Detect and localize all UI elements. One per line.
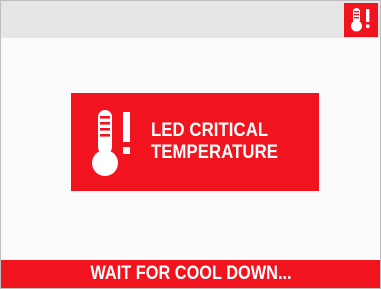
alert-line-1: LED CRITICAL bbox=[151, 120, 269, 141]
critical-temperature-alert: LED CRITICAL TEMPERATURE bbox=[71, 93, 319, 191]
thermometer-warning-icon bbox=[351, 8, 370, 32]
footer-message: WAIT FOR COOL DOWN... bbox=[89, 263, 292, 284]
alert-message: LED CRITICAL TEMPERATURE bbox=[151, 120, 278, 164]
footer-status-bar: WAIT FOR COOL DOWN... bbox=[1, 260, 380, 288]
device-screen: LED CRITICAL TEMPERATURE WAIT FOR COOL D… bbox=[0, 0, 381, 289]
alert-line-2: TEMPERATURE bbox=[151, 142, 278, 163]
status-bar bbox=[1, 1, 380, 38]
status-warning-indicator bbox=[344, 3, 378, 37]
thermometer-warning-icon bbox=[92, 110, 130, 176]
